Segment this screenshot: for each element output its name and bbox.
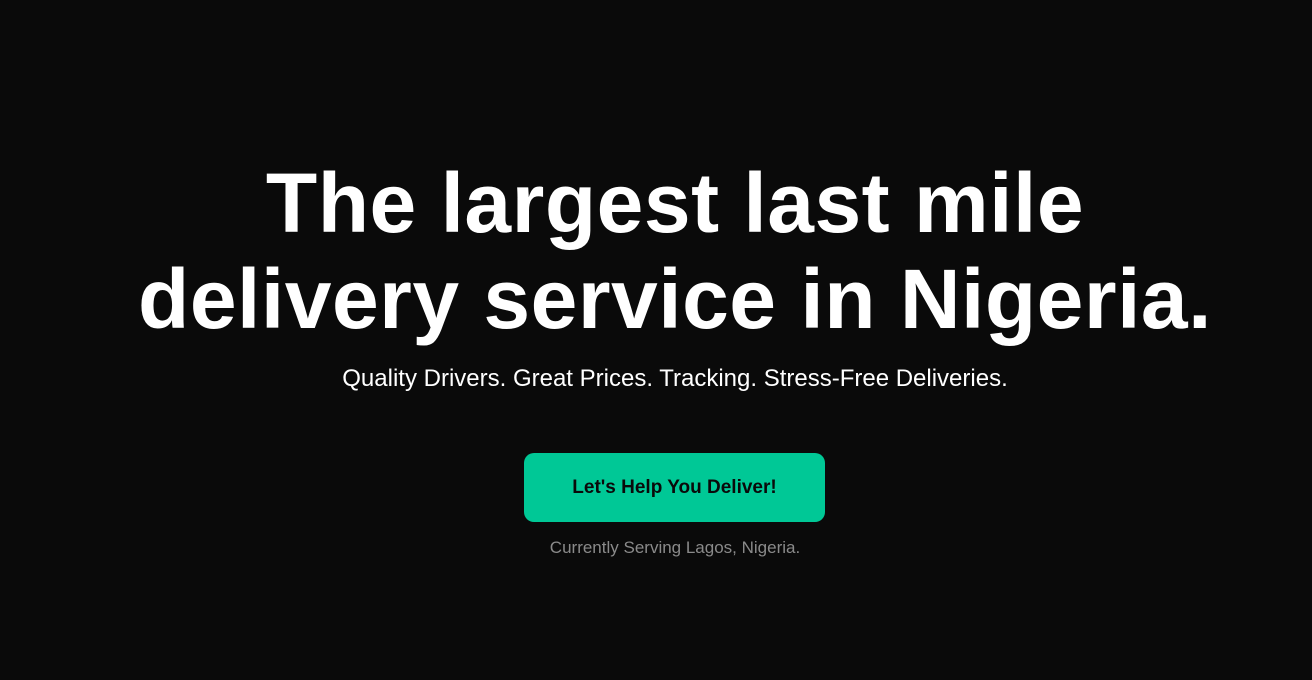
deliver-cta-button[interactable]: Let's Help You Deliver! (524, 453, 825, 522)
hero-subtitle: Quality Drivers. Great Prices. Tracking.… (342, 365, 1008, 392)
hero-headline: The largest last mile delivery service i… (0, 155, 1312, 347)
hero-headline-line-2: delivery service in Nigeria. (138, 252, 1212, 346)
hero-section: The largest last mile delivery service i… (0, 0, 1312, 680)
service-area-note: Currently Serving Lagos, Nigeria. (549, 538, 801, 557)
hero-headline-line-1: The largest last mile (265, 156, 1085, 250)
